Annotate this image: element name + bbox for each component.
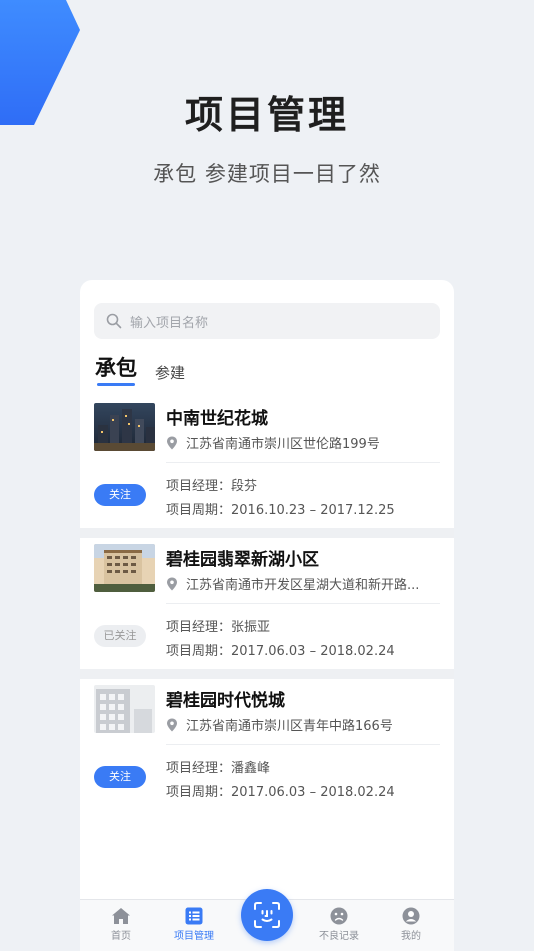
nav-records[interactable]: 不良记录 bbox=[309, 907, 369, 942]
project-name: 中南世纪花城 bbox=[166, 409, 268, 429]
project-name: 碧桂园翡翠新湖小区 bbox=[166, 550, 319, 570]
project-list: 中南世纪花城 江苏省南通市崇川区世伦路199号 关注 项目经理：段芬 项目周期：… bbox=[80, 397, 454, 810]
tab-bar: 承包 参建 bbox=[95, 352, 185, 386]
project-address: 江苏省南通市开发区星湖大道和新开路... bbox=[166, 574, 438, 593]
project-card[interactable]: 碧桂园翡翠新湖小区 江苏省南通市开发区星湖大道和新开路... 已关注 项目经理：… bbox=[80, 528, 454, 669]
tab-participate[interactable]: 参建 bbox=[155, 362, 185, 386]
face-scan-button[interactable] bbox=[241, 889, 293, 941]
project-address-text: 江苏省南通市崇川区青年中路166号 bbox=[186, 719, 393, 734]
sad-face-icon bbox=[330, 907, 348, 925]
nav-mine-label: 我的 bbox=[401, 931, 421, 942]
project-card[interactable]: 碧桂园时代悦城 江苏省南通市崇川区青年中路166号 关注 项目经理：潘鑫峰 项目… bbox=[80, 669, 454, 810]
project-card[interactable]: 中南世纪花城 江苏省南通市崇川区世伦路199号 关注 项目经理：段芬 项目周期：… bbox=[80, 397, 454, 528]
divider bbox=[166, 744, 440, 745]
project-thumbnail bbox=[94, 544, 155, 592]
search-input[interactable]: 输入项目名称 bbox=[94, 303, 440, 339]
project-name: 碧桂园时代悦城 bbox=[166, 691, 285, 711]
divider bbox=[166, 603, 440, 604]
face-scan-icon bbox=[254, 902, 280, 928]
followed-button[interactable]: 已关注 bbox=[94, 625, 146, 647]
project-address: 江苏省南通市崇川区青年中路166号 bbox=[166, 715, 438, 734]
tab-contract[interactable]: 承包 bbox=[95, 352, 137, 386]
list-icon bbox=[185, 907, 203, 925]
project-period: 项目周期：2017.06.03 – 2018.02.24 bbox=[166, 644, 395, 659]
nav-home[interactable]: 首页 bbox=[91, 907, 151, 942]
follow-button[interactable]: 关注 bbox=[94, 766, 146, 788]
divider bbox=[166, 462, 440, 463]
home-icon bbox=[112, 908, 130, 924]
project-address-text: 江苏省南通市崇川区世伦路199号 bbox=[186, 437, 380, 452]
project-period: 项目周期：2017.06.03 – 2018.02.24 bbox=[166, 785, 395, 800]
project-thumbnail bbox=[94, 685, 155, 733]
location-pin-icon bbox=[167, 718, 177, 731]
nav-projects-label: 项目管理 bbox=[174, 931, 214, 942]
project-address-text: 江苏省南通市开发区星湖大道和新开路... bbox=[186, 578, 420, 593]
hero-subtitle: 承包 参建项目一目了然 bbox=[153, 162, 381, 186]
hero-title: 项目管理 bbox=[184, 93, 349, 137]
project-period: 项目周期：2016.10.23 – 2017.12.25 bbox=[166, 503, 395, 518]
nav-home-label: 首页 bbox=[111, 931, 131, 942]
app-screen: 输入项目名称 承包 参建 中南世纪花城 江苏省南通市崇川区世伦路199号 关注 … bbox=[80, 280, 454, 950]
project-manager: 项目经理：潘鑫峰 bbox=[166, 761, 271, 776]
search-placeholder: 输入项目名称 bbox=[130, 315, 209, 331]
project-thumbnail bbox=[94, 403, 155, 451]
follow-button[interactable]: 关注 bbox=[94, 484, 146, 506]
project-manager: 项目经理：段芬 bbox=[166, 479, 258, 494]
project-manager: 项目经理：张振亚 bbox=[166, 620, 271, 635]
location-pin-icon bbox=[167, 436, 177, 449]
user-icon bbox=[402, 907, 420, 925]
search-icon bbox=[106, 313, 122, 329]
project-address: 江苏省南通市崇川区世伦路199号 bbox=[166, 433, 438, 452]
nav-projects[interactable]: 项目管理 bbox=[164, 907, 224, 942]
location-pin-icon bbox=[167, 577, 177, 590]
nav-records-label: 不良记录 bbox=[319, 931, 359, 942]
nav-mine[interactable]: 我的 bbox=[381, 907, 441, 942]
